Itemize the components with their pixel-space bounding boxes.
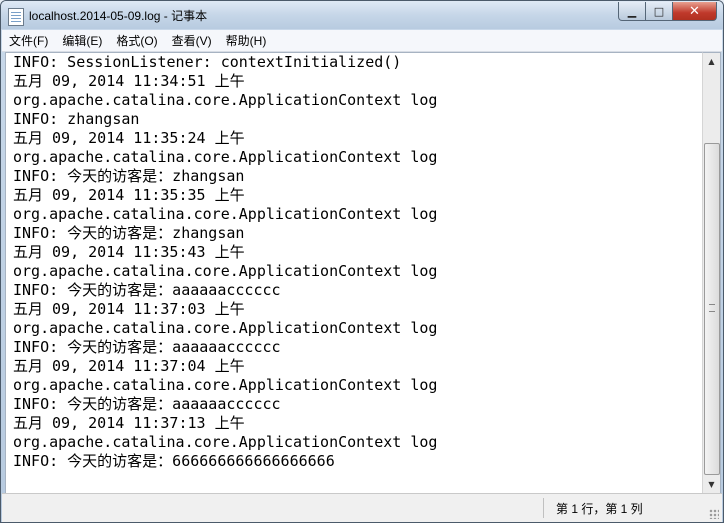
- notepad-window: localhost.2014-05-09.log - 记事本 ▁ □ ✕ 文件(…: [0, 0, 724, 523]
- text-line: 五月 09, 2014 11:35:35 上午: [13, 186, 245, 204]
- text-line: INFO: 今天的访客是：aaaaaacccccc: [13, 395, 281, 413]
- text-line: INFO: 今天的访客是：zhangsan: [13, 167, 245, 185]
- text-line: org.apache.catalina.core.ApplicationCont…: [13, 376, 438, 394]
- text-line: 五月 09, 2014 11:37:13 上午: [13, 414, 245, 432]
- text-line: org.apache.catalina.core.ApplicationCont…: [13, 91, 438, 109]
- status-bar: 第 1 行，第 1 列: [2, 493, 722, 522]
- scroll-thumb[interactable]: [704, 143, 720, 475]
- text-line: 五月 09, 2014 11:35:43 上午: [13, 243, 245, 261]
- text-line: 五月 09, 2014 11:34:51 上午: [13, 72, 245, 90]
- text-line: org.apache.catalina.core.ApplicationCont…: [13, 262, 438, 280]
- text-line: INFO: 今天的访客是：666666666666666666: [13, 452, 335, 470]
- text-line: 五月 09, 2014 11:35:24 上午: [13, 129, 245, 147]
- document-text[interactable]: INFO: SessionListener: contextInitialize…: [13, 53, 703, 471]
- text-line: org.apache.catalina.core.ApplicationCont…: [13, 205, 438, 223]
- text-line: INFO: SessionListener: contextInitialize…: [13, 53, 402, 71]
- menu-bar: 文件(F) 编辑(E) 格式(O) 查看(V) 帮助(H): [2, 30, 722, 52]
- menu-format[interactable]: 格式(O): [109, 31, 164, 51]
- minimize-button[interactable]: ▁: [618, 2, 646, 21]
- cursor-position: 第 1 行，第 1 列: [556, 502, 643, 516]
- text-line: INFO: 今天的访客是：zhangsan: [13, 224, 245, 242]
- title-bar[interactable]: localhost.2014-05-09.log - 记事本 ▁ □ ✕: [1, 1, 723, 29]
- caption-buttons: ▁ □ ✕: [618, 2, 717, 21]
- grip-icon: [709, 304, 715, 312]
- text-line: INFO: 今天的访客是：aaaaaacccccc: [13, 338, 281, 356]
- text-line: org.apache.catalina.core.ApplicationCont…: [13, 433, 438, 451]
- text-line: 五月 09, 2014 11:37:03 上午: [13, 300, 245, 318]
- close-button[interactable]: ✕: [673, 2, 717, 21]
- vertical-scrollbar[interactable]: ▲ ▼: [702, 52, 721, 494]
- scroll-up-button[interactable]: ▲: [703, 53, 720, 70]
- notepad-icon[interactable]: [8, 8, 24, 26]
- text-line: org.apache.catalina.core.ApplicationCont…: [13, 148, 438, 166]
- scroll-down-button[interactable]: ▼: [703, 476, 720, 493]
- status-divider: [543, 498, 544, 518]
- text-line: org.apache.catalina.core.ApplicationCont…: [13, 319, 438, 337]
- text-editor[interactable]: INFO: SessionListener: contextInitialize…: [5, 52, 703, 494]
- text-line: 五月 09, 2014 11:37:04 上午: [13, 357, 245, 375]
- menu-help[interactable]: 帮助(H): [219, 31, 274, 51]
- resize-grip-icon[interactable]: [709, 509, 719, 519]
- menu-view[interactable]: 查看(V): [165, 31, 219, 51]
- menu-file[interactable]: 文件(F): [2, 31, 55, 51]
- text-line: INFO: 今天的访客是：aaaaaacccccc: [13, 281, 281, 299]
- menu-edit[interactable]: 编辑(E): [55, 31, 109, 51]
- maximize-button[interactable]: □: [646, 2, 673, 21]
- text-line: INFO: zhangsan: [13, 110, 140, 128]
- window-title: localhost.2014-05-09.log - 记事本: [29, 9, 208, 23]
